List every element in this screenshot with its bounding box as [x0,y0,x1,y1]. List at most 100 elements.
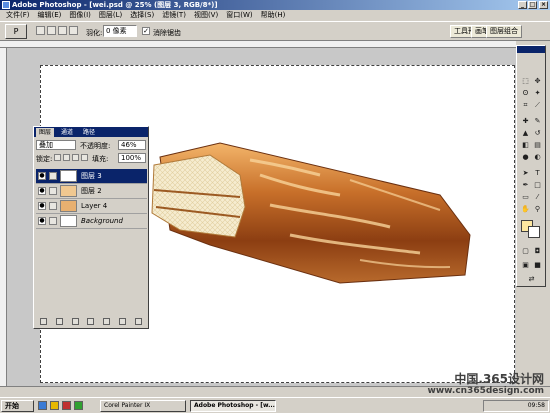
layer-name: 图层 2 [81,187,102,195]
menu-layer[interactable]: 图层(L) [95,10,126,21]
lock-transparency-icon[interactable] [54,154,61,161]
tab-layer-comps[interactable]: 图层组合 [486,25,522,38]
start-button[interactable]: 开始 [1,400,34,412]
path-select-icon[interactable]: ➤ [520,168,531,179]
minimize-button[interactable]: _ [518,1,527,9]
taskbar-corel-painter[interactable]: Corel Painter IX [100,400,186,412]
imageready-jump-icon[interactable]: ⇄ [526,274,537,285]
opacity-input[interactable]: 46% [118,140,146,150]
link-layers-icon[interactable] [40,318,48,325]
fill-label: 填充: [92,155,109,163]
dodge-tool-icon[interactable]: ◐ [532,152,543,163]
layer-name: Layer 4 [81,202,108,210]
stamp-tool-icon[interactable]: ▲ [520,128,531,139]
tool-preset-picker[interactable]: P [5,24,27,39]
subtract-selection-icon[interactable] [58,26,67,35]
fill-input[interactable]: 100% [118,153,146,163]
blend-mode-select[interactable]: 叠加 [36,140,76,150]
history-brush-icon[interactable]: ↺ [532,128,543,139]
link-icon[interactable] [49,202,57,210]
pen-tool-icon[interactable]: ✒ [520,180,531,191]
marquee-tool-icon[interactable]: ⬚ [520,76,531,87]
lock-pixels-icon[interactable] [63,154,70,161]
eye-icon[interactable]: ● [38,202,46,210]
add-selection-icon[interactable] [47,26,56,35]
adjustment-layer-icon[interactable] [87,318,95,325]
brush-tool-icon[interactable]: ✎ [532,116,543,127]
link-icon[interactable] [49,187,57,195]
notes-tool-icon[interactable]: ▭ [520,192,531,203]
layer-row[interactable]: ● Layer 4 [36,199,147,214]
link-icon[interactable] [49,217,57,225]
trash-icon[interactable] [134,318,142,325]
lock-all-icon[interactable] [81,154,88,161]
vertical-ruler [0,48,7,397]
tab-layers[interactable]: 图层 [36,128,55,137]
candy-bar-artwork [151,142,471,284]
feather-input[interactable]: 0 像素 [103,25,137,37]
horizontal-ruler [0,41,516,48]
layer-row[interactable]: ● Background [36,214,147,229]
layers-panel: 图层 通道 路径 叠加 不透明度: 46% 锁定: 填充: 100% ● 图层 … [33,126,149,329]
heal-tool-icon[interactable]: ✚ [520,116,531,127]
layer-mask-icon[interactable] [71,318,79,325]
layer-thumbnail [60,215,77,227]
site-watermark: 中国.365设计网 www.cn365design.com [428,372,544,396]
zoom-tool-icon[interactable]: ⚲ [532,204,543,215]
maximize-button[interactable]: □ [528,1,537,9]
quicklaunch-ie-icon[interactable] [38,401,47,410]
opacity-label: 不透明度: [80,142,111,150]
antialias-checkbox[interactable]: ✓ [142,27,150,35]
layer-thumbnail [60,200,77,212]
eyedropper-icon[interactable]: ⁄ [532,192,543,203]
type-tool-icon[interactable]: T [532,168,543,179]
tab-paths[interactable]: 路径 [80,128,98,137]
lock-position-icon[interactable] [72,154,79,161]
eye-icon[interactable]: ● [38,187,46,195]
layer-row[interactable]: ● 图层 3 [36,169,147,184]
taskbar-photoshop[interactable]: Adobe Photoshop - [w... [190,400,276,412]
menu-window[interactable]: 窗口(W) [222,10,256,21]
new-group-icon[interactable] [103,318,111,325]
slice-tool-icon[interactable]: ⟋ [532,100,543,111]
eraser-tool-icon[interactable]: ◧ [520,140,531,151]
fullscreen-mode-icon[interactable]: ■ [532,260,543,271]
layer-style-icon[interactable] [56,318,64,325]
quicklaunch-desktop-icon[interactable] [74,401,83,410]
new-selection-icon[interactable] [36,26,45,35]
screen-mode-icon[interactable]: ▣ [520,260,531,271]
lasso-tool-icon[interactable]: ʘ [520,88,531,99]
quicklaunch-app-icon[interactable] [62,401,71,410]
options-bar: P 羽化: 0 像素 ✓ 消除锯齿 工具预设 画笔 图层组合 [0,21,550,41]
toolbox: ⬚ ✥ ʘ ✦ ⌗ ⟋ ✚ ✎ ▲ ↺ ◧ ▤ ● ◐ ➤ T ✒ □ ▭ ⁄ … [516,45,546,287]
menu-filter[interactable]: 滤镜(T) [158,10,190,21]
feather-label: 羽化: [86,29,103,37]
menu-view[interactable]: 视图(V) [190,10,222,21]
quicklaunch-folder-icon[interactable] [50,401,59,410]
close-button[interactable]: × [539,1,548,9]
hand-tool-icon[interactable]: ✋ [520,204,531,215]
blur-tool-icon[interactable]: ● [520,152,531,163]
quickmask-mode-icon[interactable]: ◘ [532,246,543,257]
tab-channels[interactable]: 通道 [58,128,76,137]
shape-tool-icon[interactable]: □ [532,180,543,191]
menu-file[interactable]: 文件(F) [2,10,34,21]
gradient-tool-icon[interactable]: ▤ [532,140,543,151]
menu-image[interactable]: 图像(I) [65,10,95,21]
magic-wand-icon[interactable]: ✦ [532,88,543,99]
windows-taskbar: 开始 Corel Painter IX Adobe Photoshop - [w… [0,397,550,413]
standard-mode-icon[interactable]: ▢ [520,246,531,257]
menu-help[interactable]: 帮助(H) [257,10,290,21]
intersect-selection-icon[interactable] [69,26,78,35]
crop-tool-icon[interactable]: ⌗ [520,100,531,111]
menu-select[interactable]: 选择(S) [126,10,158,21]
layer-name: Background [81,217,123,225]
menu-edit[interactable]: 编辑(E) [34,10,66,21]
move-tool-icon[interactable]: ✥ [532,76,543,87]
eye-icon[interactable]: ● [38,217,46,225]
eye-icon[interactable]: ● [38,172,46,180]
brush-link-icon[interactable] [49,172,57,180]
new-layer-icon[interactable] [118,318,126,325]
background-color-swatch[interactable] [528,226,540,238]
layer-row[interactable]: ● 图层 2 [36,184,147,199]
